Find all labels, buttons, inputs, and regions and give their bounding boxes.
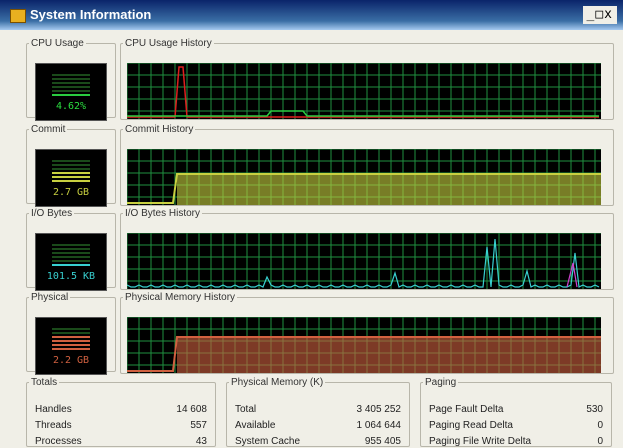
cpu-usage-group: CPU Usage 4.62%	[26, 38, 116, 121]
window-controls: _□x	[582, 6, 617, 24]
physical-group: Physical 2.2 GB	[26, 292, 116, 375]
title-bar[interactable]: System Information _□x	[0, 0, 623, 30]
physical-label: Physical	[31, 292, 69, 303]
physical-memory-label: Physical Memory (K)	[231, 377, 324, 388]
meter-bar	[52, 78, 90, 80]
io-history-plot	[126, 232, 601, 289]
meter-bar	[52, 260, 90, 262]
processes-label: Processes	[35, 436, 82, 447]
totals-group: Totals Handles 14 608 Threads 557 Proces…	[26, 377, 216, 447]
io-history-graph	[126, 232, 601, 289]
io-bytes-value: 101.5 KB	[46, 271, 96, 282]
meter-bar	[52, 332, 90, 334]
available-label: Available	[235, 420, 276, 431]
meter-bar	[52, 336, 90, 338]
commit-group: Commit 2.7 GB	[26, 124, 116, 207]
meter-bar	[52, 348, 90, 350]
meter-bar	[52, 252, 90, 254]
commit-history-graph	[126, 148, 601, 205]
commit-history-label: Commit History	[125, 124, 194, 135]
cpu-history-group: CPU Usage History	[120, 38, 614, 120]
physical-history-plot	[126, 316, 601, 373]
processes-value: 43	[195, 436, 207, 447]
paging-read-delta-value: 0	[597, 420, 603, 431]
physical-value: 2.2 GB	[52, 355, 90, 366]
meter-bar	[52, 256, 90, 258]
physical-history-label: Physical Memory History	[125, 292, 236, 303]
cpu-history-plot	[126, 62, 601, 119]
available-value: 1 064 644	[356, 420, 402, 431]
physical-meter: 2.2 GB	[35, 317, 107, 375]
io-bytes-meter: 101.5 KB	[35, 233, 107, 291]
meter-bar	[52, 340, 90, 342]
commit-history-plot	[126, 148, 601, 205]
commit-history-fill	[177, 174, 601, 205]
meter-bar	[52, 86, 90, 88]
meter-bar	[52, 164, 90, 166]
io-history-group: I/O Bytes History	[120, 208, 614, 290]
paging-read-delta-label: Paging Read Delta	[429, 420, 513, 431]
meter-bar	[52, 168, 90, 170]
total-value: 3 405 252	[356, 404, 402, 415]
meter-bar	[52, 176, 90, 178]
meter-bar	[52, 82, 90, 84]
cpu-history-graph	[126, 62, 601, 119]
meter-bar	[52, 180, 90, 182]
commit-value: 2.7 GB	[52, 187, 90, 198]
app-icon	[10, 9, 26, 23]
page-fault-delta-label: Page Fault Delta	[429, 404, 504, 415]
meter-bar	[52, 90, 90, 92]
handles-value: 14 608	[176, 404, 207, 415]
meter-bar	[52, 344, 90, 346]
meter-bar	[52, 94, 90, 96]
meter-bar	[52, 264, 90, 266]
total-label: Total	[235, 404, 257, 415]
meter-bar	[52, 328, 90, 330]
commit-meter: 2.7 GB	[35, 149, 107, 207]
meter-bar	[52, 248, 90, 250]
io-bytes-group: I/O Bytes 101.5 KB	[26, 208, 116, 291]
io-bytes-label: I/O Bytes	[31, 208, 73, 219]
commit-history-group: Commit History	[120, 124, 614, 206]
close-button[interactable]: x	[604, 7, 613, 22]
io-history-label: I/O Bytes History	[125, 208, 201, 219]
physical-history-group: Physical Memory History	[120, 292, 614, 374]
paging-group: Paging Page Fault Delta 530 Paging Read …	[420, 377, 612, 447]
maximize-button[interactable]: □	[595, 7, 604, 22]
meter-bar	[52, 244, 90, 246]
physical-history-fill	[177, 337, 601, 373]
threads-value: 557	[190, 420, 207, 431]
physical-history-graph	[126, 316, 601, 373]
cpu-usage-meter: 4.62%	[35, 63, 107, 121]
cpu-usage-label: CPU Usage	[31, 38, 84, 49]
page-fault-delta-value: 530	[586, 404, 603, 415]
window-title: System Information	[30, 7, 152, 22]
paging-file-write-delta-label: Paging File Write Delta	[429, 436, 532, 447]
totals-label: Totals	[31, 377, 58, 388]
physical-memory-group: Physical Memory (K) Total 3 405 252 Avai…	[226, 377, 410, 447]
cpu-usage-value: 4.62%	[55, 101, 87, 112]
system-information-window: System Information _□x CPU Usage 4.62% C…	[0, 0, 623, 448]
meter-bar	[52, 172, 90, 174]
meter-bar	[52, 160, 90, 162]
io-history-line	[126, 238, 600, 288]
paging-label: Paging	[425, 377, 457, 388]
system-cache-value: 955 405	[364, 436, 401, 447]
paging-file-write-delta-value: 0	[597, 436, 603, 447]
commit-label: Commit	[31, 124, 66, 135]
handles-label: Handles	[35, 404, 72, 415]
cpu-kernel-line	[127, 110, 599, 117]
meter-bar	[52, 74, 90, 76]
threads-label: Threads	[35, 420, 72, 431]
cpu-history-label: CPU Usage History	[125, 38, 212, 49]
system-cache-label: System Cache	[235, 436, 301, 447]
